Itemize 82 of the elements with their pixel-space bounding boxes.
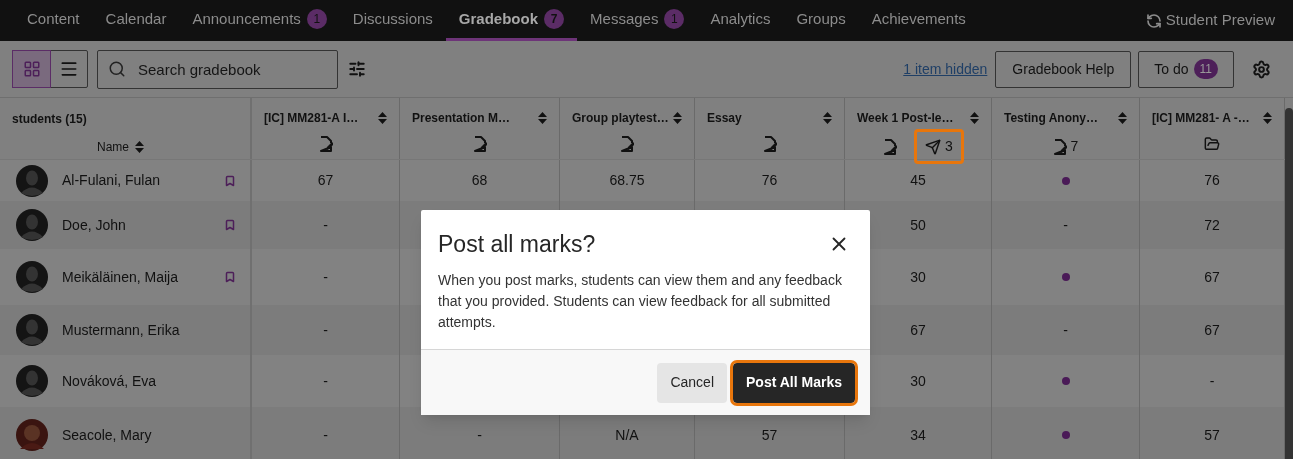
column-title[interactable]: Presentation M… (412, 109, 510, 127)
column-title[interactable]: Group playtest… (572, 109, 669, 127)
student-name[interactable]: Mustermann, Erika (62, 319, 236, 341)
grade-text: - (1209, 371, 1215, 391)
grade-text: 30 (910, 267, 926, 287)
sort-icon[interactable] (538, 112, 547, 124)
settings-icon[interactable] (1252, 59, 1271, 79)
grade-text: - (323, 320, 328, 340)
nav-tab[interactable]: Analytics (697, 0, 784, 41)
count-badge: 11 (1193, 59, 1218, 79)
grade-text: 67 (1204, 320, 1220, 340)
column-title[interactable]: [IC] MM281- A -… (1152, 109, 1250, 127)
dialog-message: When you post marks, students can view them and any feedback that you provided. Students can view feedback for all submitted attempts. (437, 271, 843, 332)
nav-tab[interactable]: Announcements 1 (179, 0, 340, 41)
student-name[interactable]: Al-Fulani, Fulan (62, 170, 210, 191)
post-all-marks-button[interactable]: Post All Marks (733, 362, 855, 403)
nav-tab[interactable]: Gradebook 7 (445, 0, 578, 41)
preview-icon (1145, 12, 1162, 29)
grade-text: - (1063, 320, 1068, 340)
column-title[interactable]: Essay (707, 109, 742, 127)
grade-text: 68.75 (609, 171, 645, 190)
gradebook-help-button[interactable]: Gradebook Help (995, 50, 1132, 88)
column-indicator[interactable]: 3 (914, 129, 964, 164)
sort-icon[interactable] (970, 112, 979, 124)
students-count-header: students (15) (12, 111, 88, 128)
column-title[interactable]: Testing Anony… (1004, 109, 1098, 127)
grid-icon (22, 60, 41, 78)
sort-icon[interactable] (1118, 112, 1127, 124)
sort-icon[interactable] (378, 112, 387, 124)
grade-text: 57 (1204, 425, 1220, 445)
dialog-title: Post all marks? (438, 230, 596, 258)
grade-text: 45 (910, 171, 926, 190)
sort-icon[interactable] (135, 141, 144, 153)
count-badge: 1 (306, 9, 327, 29)
search-icon (108, 59, 126, 78)
grid-view-button[interactable] (13, 51, 50, 87)
nav-tab[interactable]: Discussions (339, 0, 446, 41)
nav-tab[interactable]: Messages 1 (577, 0, 698, 41)
column-title[interactable]: Week 1 Post-le… (857, 109, 954, 127)
scrollbar[interactable] (1285, 108, 1293, 459)
cancel-button[interactable]: Cancel (657, 362, 728, 403)
grade-text: 76 (761, 171, 778, 190)
grade-text: 34 (910, 425, 926, 445)
grade-text: 30 (910, 371, 926, 391)
grade-text: 72 (1204, 215, 1220, 235)
sort-icon[interactable] (1263, 112, 1272, 124)
nav-tab[interactable]: Groups (783, 0, 859, 41)
grade-text: 68 (471, 171, 488, 190)
grade-text: - (323, 425, 328, 445)
count-badge: 1 (664, 9, 685, 29)
grade-text: 67 (1204, 267, 1220, 287)
folder-icon (1204, 136, 1220, 152)
grade-text: 57 (761, 425, 778, 445)
grade-text: 67 (910, 320, 926, 340)
grade-text: - (323, 267, 328, 287)
send-icon (925, 138, 942, 155)
grade-text: 50 (910, 215, 926, 235)
grade-text: N/A (615, 425, 639, 445)
grade-text: - (1063, 215, 1068, 235)
count-badge: 7 (544, 9, 565, 29)
grade-text: 67 (317, 171, 334, 190)
nav-tab[interactable]: Content (14, 0, 93, 41)
student-name[interactable]: Seacole, Mary (62, 424, 236, 446)
grade-text: - (323, 371, 328, 391)
hidden-items-link[interactable]: 1 item hidden (903, 58, 988, 80)
student-name[interactable]: Nováková, Eva (62, 370, 236, 392)
column-indicator[interactable]: 7 (1041, 129, 1090, 164)
grade-text: - (477, 425, 482, 445)
sort-icon[interactable] (823, 112, 832, 124)
name-header: Name (97, 139, 129, 156)
search-field[interactable]: Search gradebook (97, 49, 338, 89)
grade-text: - (323, 215, 328, 235)
to-do-button[interactable]: To do 11 (1138, 50, 1234, 88)
student-name[interactable]: Doe, John (62, 214, 210, 236)
filter-icon[interactable] (348, 60, 366, 78)
column-title[interactable]: [IC] MM281-A I… (264, 109, 359, 127)
nav-tab[interactable]: Calendar (92, 0, 180, 41)
nav-tab[interactable]: Achievements (858, 0, 979, 41)
student-name[interactable]: Meikäläinen, Maija (62, 266, 210, 288)
student-preview-button[interactable]: Student Preview (1145, 0, 1275, 41)
grade-text: 76 (1204, 171, 1220, 190)
sort-icon[interactable] (673, 112, 682, 124)
